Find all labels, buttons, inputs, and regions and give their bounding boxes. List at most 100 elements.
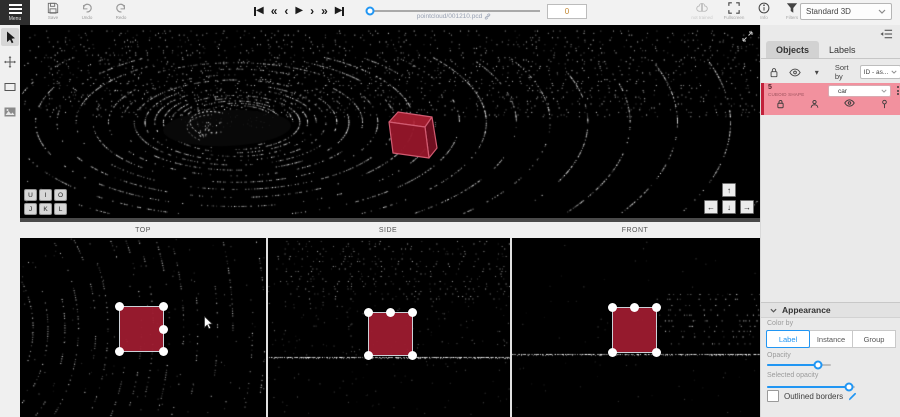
sort-select[interactable]: ID - as... bbox=[860, 65, 900, 79]
arrow-up-icon: ↑ bbox=[727, 186, 731, 195]
top-view[interactable] bbox=[20, 238, 266, 417]
side-view[interactable] bbox=[268, 238, 510, 417]
slider-thumb[interactable] bbox=[814, 361, 823, 370]
key-l[interactable]: L bbox=[54, 203, 67, 215]
front-view-annotation[interactable] bbox=[612, 307, 657, 353]
undo-button[interactable]: Undo bbox=[72, 2, 102, 20]
resize-handle[interactable] bbox=[408, 351, 417, 360]
color-by-instance-button[interactable]: Instance bbox=[809, 330, 853, 348]
appearance-section-header[interactable]: Appearance bbox=[761, 302, 900, 318]
play-button[interactable]: ▶ bbox=[295, 6, 303, 16]
object-item-actions bbox=[764, 99, 900, 109]
more-options-caret[interactable]: ▾ bbox=[811, 68, 823, 77]
object-id: 5 bbox=[768, 84, 772, 91]
view-mode-value: Standard 3D bbox=[806, 7, 878, 16]
tab-labels[interactable]: Labels bbox=[819, 41, 866, 58]
resize-handle[interactable] bbox=[608, 303, 617, 312]
pan-arrow-keys: ↑ ← ↓ → bbox=[704, 183, 754, 215]
step-forward-button[interactable]: › bbox=[310, 5, 314, 17]
info-button[interactable]: Info bbox=[750, 2, 778, 20]
resize-handle[interactable] bbox=[364, 308, 373, 317]
chevron-down-icon bbox=[891, 70, 897, 74]
annotation-app: Menu Save Undo Redo ◀ « ‹ ▶ › » bbox=[0, 0, 900, 417]
lock-object-button[interactable] bbox=[776, 99, 785, 109]
resize-handle[interactable] bbox=[364, 351, 373, 360]
key-j[interactable]: J bbox=[24, 203, 37, 215]
tab-objects[interactable]: Objects bbox=[766, 41, 819, 58]
outlined-borders-row: Outlined borders bbox=[767, 390, 857, 402]
opacity-slider[interactable] bbox=[767, 360, 831, 370]
top-view-annotation[interactable] bbox=[119, 306, 164, 352]
resize-handle[interactable] bbox=[115, 347, 124, 356]
arrow-down-icon: ↓ bbox=[727, 203, 731, 212]
resize-handle[interactable] bbox=[652, 348, 661, 357]
slider-track[interactable] bbox=[368, 10, 540, 12]
object-class-value: car bbox=[838, 88, 881, 95]
arrow-left-icon: ← bbox=[707, 203, 715, 212]
resize-handle[interactable] bbox=[408, 308, 417, 317]
box-tool-button[interactable] bbox=[1, 78, 19, 96]
filter-icon bbox=[786, 2, 798, 14]
move-tool-button[interactable] bbox=[1, 53, 19, 71]
visibility-all-button[interactable] bbox=[789, 68, 801, 77]
color-by-group-button[interactable]: Group bbox=[852, 330, 896, 348]
fullscreen-label: Fullscreen bbox=[724, 15, 745, 20]
fullscreen-button[interactable]: Fullscreen bbox=[720, 2, 748, 20]
expand-view-icon[interactable] bbox=[742, 31, 753, 42]
outlined-borders-label: Outlined borders bbox=[784, 392, 843, 401]
slider-fill bbox=[767, 364, 818, 366]
arrow-down-key[interactable]: ↓ bbox=[722, 200, 736, 214]
menu-button[interactable]: Menu bbox=[0, 0, 30, 25]
key-o[interactable]: O bbox=[54, 189, 67, 201]
view-mode-select[interactable]: Standard 3D bbox=[800, 3, 892, 20]
object-menu-button[interactable] bbox=[897, 86, 899, 95]
key-k[interactable]: K bbox=[39, 203, 52, 215]
object-class-select[interactable]: car bbox=[828, 85, 891, 97]
resize-handle[interactable] bbox=[159, 347, 168, 356]
outlined-borders-checkbox[interactable] bbox=[767, 390, 779, 402]
image-tool-button[interactable] bbox=[1, 103, 19, 121]
color-by-segmented-control: Label Instance Group bbox=[766, 330, 896, 348]
object-list-item[interactable]: 5 CUBOID SHAPE car bbox=[761, 83, 900, 115]
skip-end-button[interactable]: ▶ bbox=[335, 6, 345, 16]
resize-handle[interactable] bbox=[159, 325, 168, 334]
frame-number-input[interactable] bbox=[547, 4, 587, 19]
fast-forward-button[interactable]: » bbox=[321, 5, 328, 17]
cuboid-annotation[interactable] bbox=[384, 109, 450, 163]
brain-icon bbox=[695, 2, 709, 14]
assign-user-button[interactable] bbox=[810, 99, 819, 109]
front-view[interactable] bbox=[512, 238, 760, 417]
playback-controls: ◀ « ‹ ▶ › » ▶ bbox=[254, 2, 344, 20]
step-backward-button[interactable]: ‹ bbox=[284, 5, 288, 17]
arrow-right-key[interactable]: → bbox=[740, 200, 754, 214]
lock-all-button[interactable] bbox=[768, 67, 780, 78]
resize-handle[interactable] bbox=[386, 308, 395, 317]
pin-object-button[interactable] bbox=[880, 99, 889, 109]
color-by-label-button[interactable]: Label bbox=[766, 330, 810, 348]
current-file-label: pointcloud/001210.pcd bbox=[368, 13, 540, 20]
side-view-annotation[interactable] bbox=[368, 312, 413, 356]
fullscreen-icon bbox=[728, 2, 740, 14]
resize-handle[interactable] bbox=[608, 348, 617, 357]
edit-pencil-icon[interactable] bbox=[848, 392, 857, 401]
toggle-visibility-button[interactable] bbox=[844, 99, 855, 109]
resize-handle[interactable] bbox=[652, 303, 661, 312]
save-button[interactable]: Save bbox=[38, 2, 68, 20]
skip-start-button[interactable]: ◀ bbox=[254, 6, 264, 16]
ai-status-indicator[interactable]: not trained bbox=[688, 2, 716, 20]
arrow-up-key[interactable]: ↑ bbox=[722, 183, 736, 197]
resize-handle[interactable] bbox=[630, 303, 639, 312]
key-i[interactable]: I bbox=[39, 189, 52, 201]
fast-backward-button[interactable]: « bbox=[271, 5, 278, 17]
cursor-icon bbox=[5, 31, 16, 44]
arrow-right-icon: → bbox=[743, 203, 751, 212]
key-u[interactable]: U bbox=[24, 189, 37, 201]
ortho-views bbox=[20, 238, 760, 417]
arrow-left-key[interactable]: ← bbox=[704, 200, 718, 214]
main-3d-viewport: U I O J K L ↑ ← ↓ → bbox=[20, 25, 760, 222]
selected-opacity-label: Selected opacity bbox=[767, 372, 818, 379]
redo-button[interactable]: Redo bbox=[106, 2, 136, 20]
resize-handle[interactable] bbox=[159, 302, 168, 311]
resize-handle[interactable] bbox=[115, 302, 124, 311]
select-tool-button[interactable] bbox=[1, 28, 19, 46]
